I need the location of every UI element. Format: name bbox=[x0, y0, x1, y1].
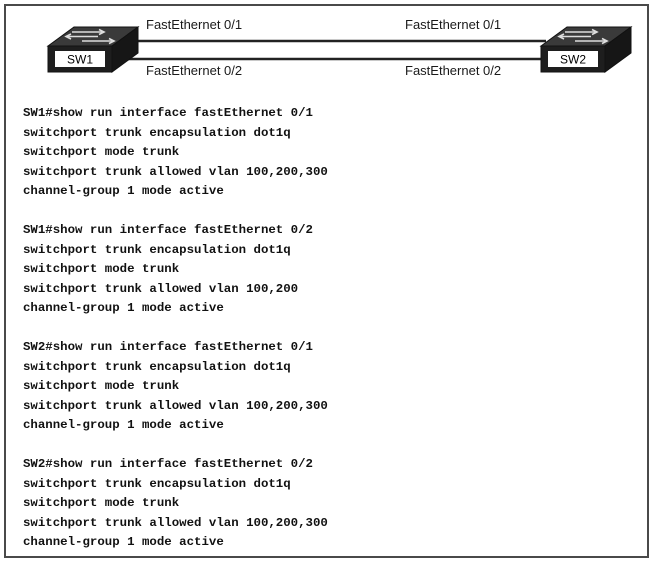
config-block-sw2-fa0-2: SW2#show run interface fastEthernet 0/2 … bbox=[23, 455, 328, 553]
cli-line: switchport mode trunk bbox=[23, 145, 180, 160]
cli-line: switchport mode trunk bbox=[23, 379, 180, 394]
cli-line: switchport trunk encapsulation dot1q bbox=[23, 242, 291, 257]
cli-line: switchport mode trunk bbox=[23, 496, 180, 511]
cli-line: channel-group 1 mode active bbox=[23, 301, 224, 316]
switch-sw2-label: SW2 bbox=[560, 53, 586, 67]
switch-sw2: SW2 bbox=[539, 26, 633, 73]
sw1-port-fa0-1-label: FastEthernet 0/1 bbox=[146, 17, 243, 32]
cli-line: switchport mode trunk bbox=[23, 262, 180, 277]
switch-sw1: SW1 bbox=[46, 26, 140, 73]
cli-line: switchport trunk allowed vlan 100,200,30… bbox=[23, 398, 328, 413]
cli-command: SW2#show run interface fastEthernet 0/1 bbox=[23, 339, 313, 354]
cli-line: switchport trunk allowed vlan 100,200 bbox=[23, 281, 299, 296]
config-block-sw2-fa0-1: SW2#show run interface fastEthernet 0/1 … bbox=[23, 338, 328, 436]
cli-line: channel-group 1 mode active bbox=[23, 184, 224, 199]
config-block-sw1-fa0-2: SW1#show run interface fastEthernet 0/2 … bbox=[23, 221, 328, 319]
switch-sw1-label: SW1 bbox=[67, 53, 93, 67]
cli-command: SW1#show run interface fastEthernet 0/1 bbox=[23, 106, 313, 120]
cli-command: SW2#show run interface fastEthernet 0/2 bbox=[23, 456, 313, 471]
config-block-sw1-fa0-1: SW1#show run interface fastEthernet 0/1 … bbox=[23, 104, 328, 202]
cli-line: switchport trunk allowed vlan 100,200,30… bbox=[23, 515, 328, 530]
cli-line: channel-group 1 mode active bbox=[23, 535, 224, 550]
cli-line: channel-group 1 mode active bbox=[23, 418, 224, 433]
sw1-port-fa0-2-label: FastEthernet 0/2 bbox=[146, 63, 243, 78]
cli-line: switchport trunk encapsulation dot1q bbox=[23, 125, 291, 140]
sw2-port-fa0-2-label: FastEthernet 0/2 bbox=[405, 63, 502, 78]
cli-line: switchport trunk encapsulation dot1q bbox=[23, 359, 291, 374]
topology-diagram: SW1 SW2 bbox=[46, 26, 633, 73]
cli-output: SW1#show run interface fastEthernet 0/1 … bbox=[23, 104, 328, 553]
cli-line: switchport trunk allowed vlan 100,200,30… bbox=[23, 164, 328, 179]
cli-line: switchport trunk encapsulation dot1q bbox=[23, 476, 291, 491]
sw2-port-fa0-1-label: FastEthernet 0/1 bbox=[405, 17, 502, 32]
cli-command: SW1#show run interface fastEthernet 0/2 bbox=[23, 222, 313, 237]
